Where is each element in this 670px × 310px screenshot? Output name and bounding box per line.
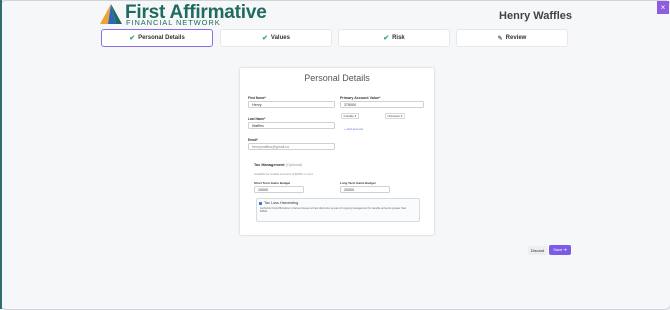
save-label: Save [553, 247, 563, 252]
email-field[interactable]: henrywaffles@gmail.co [248, 143, 335, 150]
close-icon: × [660, 3, 666, 12]
email-label: Email* [248, 138, 258, 142]
tax-management-title: Tax Management (Optional) [254, 163, 302, 167]
step-review[interactable]: ✎ Review [456, 29, 568, 47]
account-type-select-1[interactable]: Outside ▾ [341, 113, 359, 119]
account-type-select-2[interactable]: Unknown ▾ [385, 113, 405, 119]
step-label: Review [505, 35, 527, 41]
brand-subtitle: FINANCIAL NETWORK [126, 18, 221, 27]
last-name-field[interactable]: Waffles [248, 122, 335, 129]
primary-account-label: Primary Account Value* [340, 96, 381, 100]
chevron-down-icon: ▾ [400, 114, 403, 118]
personal-details-card: Personal Details First Name* Henry Last … [239, 67, 435, 236]
step-risk[interactable]: ✔ Risk [338, 29, 450, 47]
chevron-down-icon: ▾ [354, 114, 357, 118]
discard-button[interactable]: Discard [528, 246, 547, 255]
add-account-link[interactable]: + Add account [344, 127, 363, 131]
step-label: Personal Details [138, 35, 185, 41]
tax-loss-harvesting-description: Authorize First Affirmative to harvest l… [260, 207, 407, 214]
long-term-field[interactable]: 20000 [340, 186, 390, 193]
step-label: Values [270, 35, 290, 41]
tax-loss-harvesting-box: Tax Loss Harvesting Authorize First Affi… [256, 198, 420, 222]
primary-account-field[interactable]: 375000 [340, 101, 424, 108]
first-name-label: First Name* [248, 96, 266, 100]
step-values[interactable]: ✔ Values [220, 29, 332, 47]
check-icon: ✔ [129, 35, 136, 42]
select-value: Unknown [387, 114, 401, 118]
first-name-field[interactable]: Henry [248, 101, 335, 108]
tax-note: Available for taxable accounts of $250k … [254, 172, 314, 176]
check-icon: ✔ [383, 35, 390, 42]
optional-tag: (Optional) [285, 163, 303, 167]
tax-loss-harvesting-label: Tax Loss Harvesting [264, 201, 299, 205]
last-name-label: Last Name* [248, 117, 266, 121]
select-value: Outside [343, 114, 354, 118]
short-term-field[interactable]: 10000 [254, 186, 304, 193]
step-label: Risk [392, 35, 405, 41]
pencil-icon: ✎ [497, 35, 503, 42]
logo-mark-icon [100, 4, 122, 24]
check-icon: ✔ [262, 35, 268, 42]
tax-loss-harvesting-checkbox[interactable] [259, 202, 262, 205]
card-title: Personal Details [304, 73, 370, 83]
tax-title-text: Tax Management [254, 163, 285, 167]
add-account-label: Add account [346, 127, 364, 131]
long-term-label: Long Term Gains Budget [340, 181, 376, 185]
step-personal-details[interactable]: ✔ Personal Details [101, 29, 213, 47]
user-name: Henry Waffles [499, 10, 572, 22]
window-edge [0, 0, 2, 309]
brand-logo: First Affirmative FINANCIAL NETWORK [100, 2, 267, 27]
save-button[interactable]: Save ➔ [549, 245, 571, 255]
step-tabs: ✔ Personal Details ✔ Values ✔ Risk ✎ Rev… [101, 29, 569, 48]
arrow-right-icon: ➔ [563, 247, 567, 252]
close-button[interactable]: × [657, 1, 669, 14]
short-term-label: Short Term Gains Budget [254, 181, 291, 185]
